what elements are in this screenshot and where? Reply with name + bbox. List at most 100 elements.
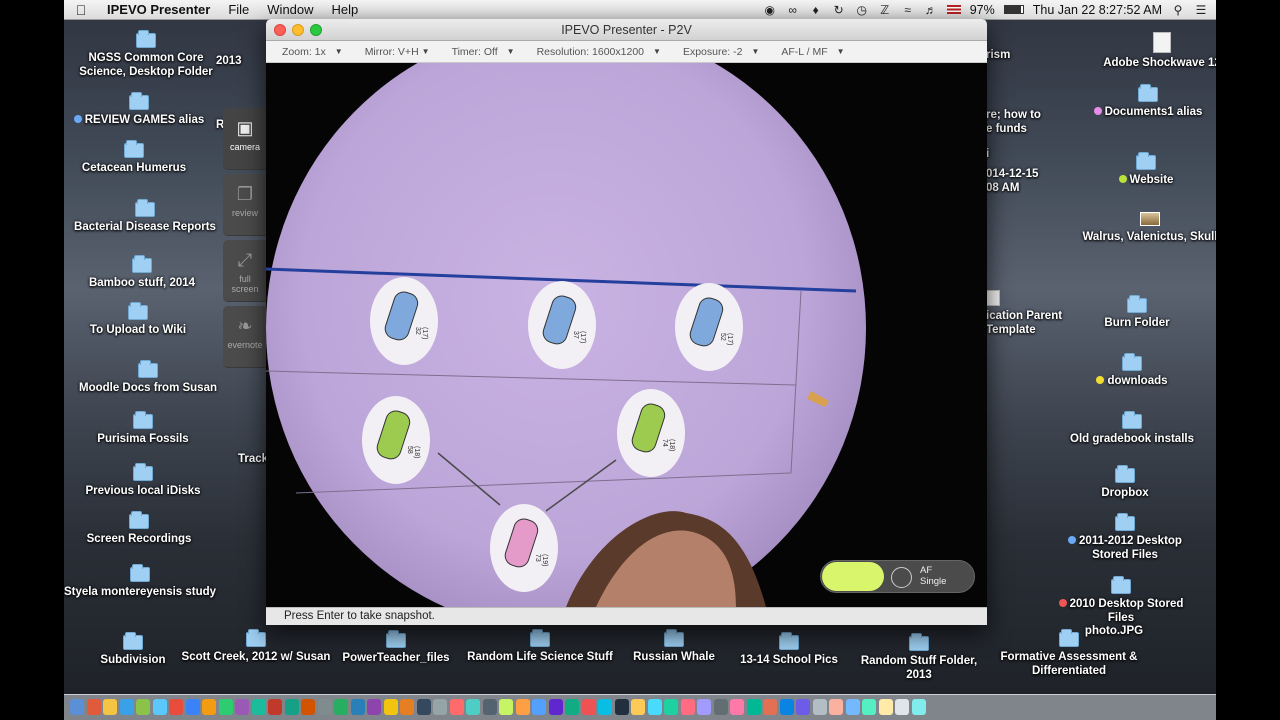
desktop-folder[interactable]: Bamboo stuff, 2014 <box>64 255 222 290</box>
desktop-folder[interactable]: Formative Assessment & Differentiated <box>989 629 1149 678</box>
window-title-bar[interactable]: IPEVO Presenter - P2V <box>266 19 987 41</box>
dock-app-icon[interactable] <box>796 699 810 715</box>
desktop-item-label-partial[interactable]: re; how to e funds <box>986 108 1076 136</box>
dock-app-icon[interactable] <box>383 699 398 715</box>
desktop-folder[interactable]: Documents1 alias <box>1068 84 1216 119</box>
desktop-folder[interactable]: REVIEW GAMES alias <box>64 92 219 127</box>
dock-app-icon[interactable] <box>878 699 893 715</box>
dock-app-icon[interactable] <box>86 699 101 715</box>
dock-app-icon[interactable] <box>251 699 266 715</box>
desktop-folder[interactable]: 2011-2012 Desktop Stored Files <box>1050 513 1200 562</box>
dock-app-icon[interactable] <box>548 699 563 715</box>
desktop-folder[interactable]: 2010 Desktop Stored Files <box>1046 576 1196 625</box>
dock-app-icon[interactable] <box>218 699 233 715</box>
menu-window[interactable]: Window <box>258 2 322 17</box>
desktop-folder[interactable]: downloads <box>1052 353 1212 388</box>
dock-app-icon[interactable] <box>367 699 381 715</box>
zoom-dropdown[interactable]: Zoom: 1x ▼ <box>282 46 343 58</box>
timer-dropdown[interactable]: Timer: Off ▼ <box>452 46 515 58</box>
dock-app-icon[interactable] <box>449 699 464 715</box>
dock-app-icon[interactable] <box>136 699 150 715</box>
dock-app-icon[interactable] <box>515 699 530 715</box>
creative-cloud-icon[interactable]: ∞ <box>786 3 800 17</box>
dock-app-icon[interactable] <box>845 699 860 715</box>
full-screen-button[interactable]: ⤢ full screen <box>223 240 267 302</box>
dock-app-icon[interactable] <box>317 699 332 715</box>
spotlight-search-icon[interactable]: ⚲ <box>1171 3 1185 17</box>
desktop-item-label-partial[interactable]: 2013 <box>216 54 256 68</box>
autofocus-control[interactable]: AF Single <box>820 560 975 593</box>
desktop-folder[interactable]: Bacterial Disease Reports <box>65 199 225 234</box>
dock-app-icon[interactable] <box>334 699 348 715</box>
dock-app-icon[interactable] <box>70 699 84 715</box>
dock-app-icon[interactable] <box>614 699 629 715</box>
dock-app-icon[interactable] <box>779 699 794 715</box>
dock-app-icon[interactable] <box>895 699 909 715</box>
resolution-dropdown[interactable]: Resolution: 1600x1200 ▼ <box>537 46 661 58</box>
dock-app-icon[interactable] <box>301 699 315 715</box>
minimize-window-icon[interactable] <box>292 24 304 36</box>
dock-app-icon[interactable] <box>103 699 117 715</box>
camera-live-view[interactable]: 32 (17) 37 (17) 52 (17) 58 (18) 74 (18) 73 (19) AF … <box>266 63 987 607</box>
desktop-folder[interactable]: Cetacean Humerus <box>64 140 214 175</box>
dock-app-icon[interactable] <box>763 699 777 715</box>
dock-app-icon[interactable] <box>433 699 447 715</box>
dock-app-icon[interactable] <box>680 699 695 715</box>
desktop-folder[interactable]: Screen Recordings <box>64 511 219 546</box>
dock-app-icon[interactable] <box>119 699 134 715</box>
wifi-icon[interactable]: ≈ <box>901 3 915 17</box>
sync-icon[interactable]: ↻ <box>832 3 846 17</box>
dock-app-icon[interactable] <box>730 699 744 715</box>
dock-app-icon[interactable] <box>647 699 662 715</box>
record-status-icon[interactable]: ◉ <box>763 3 777 17</box>
desktop-folder[interactable]: Old gradebook installs <box>1052 411 1212 446</box>
dock-app-icon[interactable] <box>862 699 876 715</box>
exposure-dropdown[interactable]: Exposure: -2 ▼ <box>683 46 759 58</box>
dock-app-icon[interactable] <box>697 699 711 715</box>
mirror-dropdown[interactable]: Mirror: V+H ▼ <box>365 46 430 58</box>
dock-app-icon[interactable] <box>598 699 612 715</box>
menu-file[interactable]: File <box>219 2 258 17</box>
dock-app-icon[interactable] <box>829 699 843 715</box>
dock-app-icon[interactable] <box>169 699 183 715</box>
desktop-folder[interactable]: To Upload to Wiki <box>64 302 218 337</box>
dock-app-icon[interactable] <box>284 699 299 715</box>
zoom-window-icon[interactable] <box>310 24 322 36</box>
dock-app-icon[interactable] <box>911 699 926 715</box>
dock-app-icon[interactable] <box>235 699 249 715</box>
input-source-flag-icon[interactable] <box>946 5 961 14</box>
dock-app-icon[interactable] <box>532 699 546 715</box>
dock-app-icon[interactable] <box>581 699 596 715</box>
dock-app-icon[interactable] <box>202 699 216 715</box>
dock-app-icon[interactable] <box>746 699 761 715</box>
dock-app-icon[interactable] <box>664 699 678 715</box>
review-mode-button[interactable]: ❐ review <box>223 174 267 236</box>
dock-app-icon[interactable] <box>631 699 645 715</box>
desktop-folder[interactable]: PowerTeacher_files <box>316 630 476 665</box>
dock-app-icon[interactable] <box>812 699 827 715</box>
menu-app-name[interactable]: IPEVO Presenter <box>98 2 219 17</box>
desktop-item-label-partial[interactable]: rism <box>986 48 1046 62</box>
desktop-folder[interactable]: Dropbox <box>1045 465 1205 500</box>
menu-help[interactable]: Help <box>323 2 368 17</box>
desktop-folder[interactable]: 13-14 School Pics <box>709 632 869 667</box>
volume-icon[interactable]: ♬ <box>924 3 938 17</box>
desktop-file[interactable]: Adobe Shockwave 12 <box>1082 32 1216 70</box>
dock-app-icon[interactable] <box>416 699 431 715</box>
dock-app-icon[interactable] <box>185 699 200 715</box>
apple-menu-icon[interactable]:  <box>64 2 98 18</box>
close-window-icon[interactable] <box>274 24 286 36</box>
desktop-folder[interactable]: NGSS Common Core Science, Desktop Folder <box>66 30 226 79</box>
desktop-folder[interactable]: Scott Creek, 2012 w/ Susan <box>176 629 336 664</box>
desktop-folder[interactable]: Previous local iDisks <box>64 463 223 498</box>
desktop-folder[interactable]: Burn Folder <box>1057 295 1216 330</box>
battery-percent[interactable]: 97% <box>970 3 995 17</box>
notification-center-icon[interactable]: ☰ <box>1194 3 1208 17</box>
menubar-clock[interactable]: Thu Jan 22 8:27:52 AM <box>1033 3 1162 17</box>
time-machine-icon[interactable]: ◷ <box>855 3 869 17</box>
dock-app-icon[interactable] <box>466 699 480 715</box>
dock-app-icon[interactable] <box>565 699 579 715</box>
desktop-folder[interactable]: Random Stuff Folder, 2013 <box>849 633 989 682</box>
bluetooth-icon[interactable]: ℤ <box>878 3 892 17</box>
desktop-image-file[interactable]: Walrus, Valenictus, Skull <box>1070 212 1216 244</box>
